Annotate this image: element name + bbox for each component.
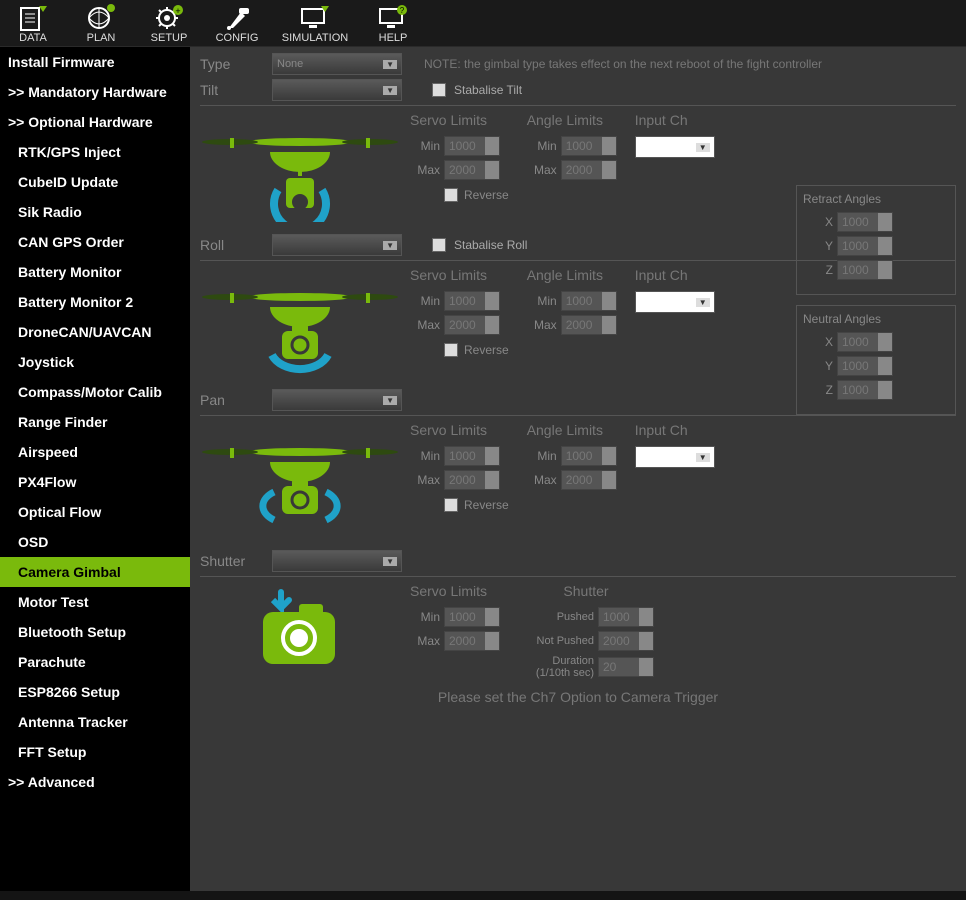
sidebar-item-7[interactable]: Battery Monitor xyxy=(0,257,190,287)
shutter-notpushed[interactable]: 2000 xyxy=(598,631,654,651)
roll-select[interactable]: ▼ xyxy=(272,234,402,256)
retract-angles-box: Retract Angles X1000 Y1000 Z1000 xyxy=(796,185,956,295)
neutral-z[interactable]: 1000 xyxy=(837,380,893,400)
tilt-angle-max[interactable]: 2000 xyxy=(561,160,617,180)
retract-y[interactable]: 1000 xyxy=(837,236,893,256)
shutter-label: Shutter xyxy=(200,553,264,569)
main-panel: Type None▼ NOTE: the gimbal type takes e… xyxy=(190,47,966,891)
pan-reverse-checkbox[interactable] xyxy=(444,498,458,512)
sidebar-item-18[interactable]: Motor Test xyxy=(0,587,190,617)
shutter-pushed[interactable]: 1000 xyxy=(598,607,654,627)
tilt-input-select[interactable]: ▼ xyxy=(635,136,715,158)
retract-z[interactable]: 1000 xyxy=(837,260,893,280)
sidebar-item-9[interactable]: DroneCAN/UAVCAN xyxy=(0,317,190,347)
toolbar-plan-label: PLAN xyxy=(87,32,116,44)
sidebar-item-23[interactable]: FFT Setup xyxy=(0,737,190,767)
sidebar-item-17[interactable]: Camera Gimbal xyxy=(0,557,190,587)
shutter-camera-icon xyxy=(200,583,400,673)
sidebar-item-20[interactable]: Parachute xyxy=(0,647,190,677)
sidebar-item-0[interactable]: Install Firmware xyxy=(0,47,190,77)
toolbar-simulation-label: SIMULATION xyxy=(282,32,348,44)
tilt-angle-hdr: Angle Limits xyxy=(527,112,617,128)
retract-x[interactable]: 1000 xyxy=(837,212,893,232)
shutter-servo-min[interactable]: 1000 xyxy=(444,607,500,627)
sidebar-item-14[interactable]: PX4Flow xyxy=(0,467,190,497)
roll-drone-icon xyxy=(200,267,400,387)
sidebar-item-21[interactable]: ESP8266 Setup xyxy=(0,677,190,707)
roll-label: Roll xyxy=(200,237,264,253)
tilt-angle-min[interactable]: 1000 xyxy=(561,136,617,156)
type-select[interactable]: None▼ xyxy=(272,53,402,75)
pan-label: Pan xyxy=(200,392,264,408)
ch7-hint: Please set the Ch7 Option to Camera Trig… xyxy=(200,689,956,705)
type-label: Type xyxy=(200,56,264,72)
sidebar-item-13[interactable]: Airspeed xyxy=(0,437,190,467)
tilt-input-hdr: Input Ch xyxy=(635,112,715,128)
tilt-servo-max[interactable]: 2000 xyxy=(444,160,500,180)
sidebar-item-3[interactable]: RTK/GPS Inject xyxy=(0,137,190,167)
toolbar-setup[interactable]: + SETUP xyxy=(142,4,196,44)
neutral-x[interactable]: 1000 xyxy=(837,332,893,352)
sidebar-item-8[interactable]: Battery Monitor 2 xyxy=(0,287,190,317)
roll-stabilise-checkbox[interactable] xyxy=(432,238,446,252)
neutral-angles-box: Neutral Angles X1000 Y1000 Z1000 xyxy=(796,305,956,415)
roll-servo-max[interactable]: 2000 xyxy=(444,315,500,335)
sidebar-item-4[interactable]: CubeID Update xyxy=(0,167,190,197)
sidebar-item-22[interactable]: Antenna Tracker xyxy=(0,707,190,737)
pan-angle-min[interactable]: 1000 xyxy=(561,446,617,466)
sidebar-item-11[interactable]: Compass/Motor Calib xyxy=(0,377,190,407)
tilt-servo-min[interactable]: 1000 xyxy=(444,136,500,156)
tilt-reverse-checkbox[interactable] xyxy=(444,188,458,202)
sidebar: Install Firmware>> Mandatory Hardware>> … xyxy=(0,47,190,891)
shutter-servo-max[interactable]: 2000 xyxy=(444,631,500,651)
pan-angle-max[interactable]: 2000 xyxy=(561,470,617,490)
sidebar-item-2[interactable]: >> Optional Hardware xyxy=(0,107,190,137)
roll-stabilise-label: Stabalise Roll xyxy=(454,238,527,252)
tilt-stabilise-label: Stabalise Tilt xyxy=(454,83,522,97)
tilt-label: Tilt xyxy=(200,82,264,98)
sidebar-item-12[interactable]: Range Finder xyxy=(0,407,190,437)
toolbar-help[interactable]: ? HELP xyxy=(366,4,420,44)
toolbar-help-label: HELP xyxy=(379,32,408,44)
roll-servo-min[interactable]: 1000 xyxy=(444,291,500,311)
neutral-y[interactable]: 1000 xyxy=(837,356,893,376)
pan-input-select[interactable]: ▼ xyxy=(635,446,715,468)
pan-drone-icon xyxy=(200,422,400,542)
shutter-duration[interactable]: 20 xyxy=(598,657,654,677)
sidebar-item-5[interactable]: Sik Radio xyxy=(0,197,190,227)
toolbar-plan[interactable]: PLAN xyxy=(74,4,128,44)
toolbar-data[interactable]: DATA xyxy=(6,4,60,44)
toolbar-config[interactable]: CONFIG xyxy=(210,4,264,44)
main-toolbar: DATA PLAN + SETUP CONFIG SIMULATION ? HE… xyxy=(0,0,966,47)
sidebar-item-24[interactable]: >> Advanced xyxy=(0,767,190,797)
sidebar-item-15[interactable]: Optical Flow xyxy=(0,497,190,527)
shutter-select[interactable]: ▼ xyxy=(272,550,402,572)
pan-servo-min[interactable]: 1000 xyxy=(444,446,500,466)
sidebar-item-10[interactable]: Joystick xyxy=(0,347,190,377)
toolbar-data-label: DATA xyxy=(19,32,47,44)
roll-angle-min[interactable]: 1000 xyxy=(561,291,617,311)
tilt-stabilise-checkbox[interactable] xyxy=(432,83,446,97)
svg-text:?: ? xyxy=(400,6,405,15)
tilt-drone-icon xyxy=(200,112,400,232)
toolbar-simulation[interactable]: SIMULATION xyxy=(278,4,352,44)
pan-servo-max[interactable]: 2000 xyxy=(444,470,500,490)
sidebar-item-16[interactable]: OSD xyxy=(0,527,190,557)
roll-reverse-checkbox[interactable] xyxy=(444,343,458,357)
tilt-select[interactable]: ▼ xyxy=(272,79,402,101)
sidebar-item-1[interactable]: >> Mandatory Hardware xyxy=(0,77,190,107)
pan-select[interactable]: ▼ xyxy=(272,389,402,411)
sidebar-item-19[interactable]: Bluetooth Setup xyxy=(0,617,190,647)
type-note: NOTE: the gimbal type takes effect on th… xyxy=(424,57,822,71)
roll-input-select[interactable]: ▼ xyxy=(635,291,715,313)
svg-text:+: + xyxy=(175,6,180,16)
toolbar-setup-label: SETUP xyxy=(151,32,188,44)
tilt-servo-hdr: Servo Limits xyxy=(410,112,509,128)
toolbar-config-label: CONFIG xyxy=(216,32,259,44)
roll-angle-max[interactable]: 2000 xyxy=(561,315,617,335)
sidebar-item-6[interactable]: CAN GPS Order xyxy=(0,227,190,257)
